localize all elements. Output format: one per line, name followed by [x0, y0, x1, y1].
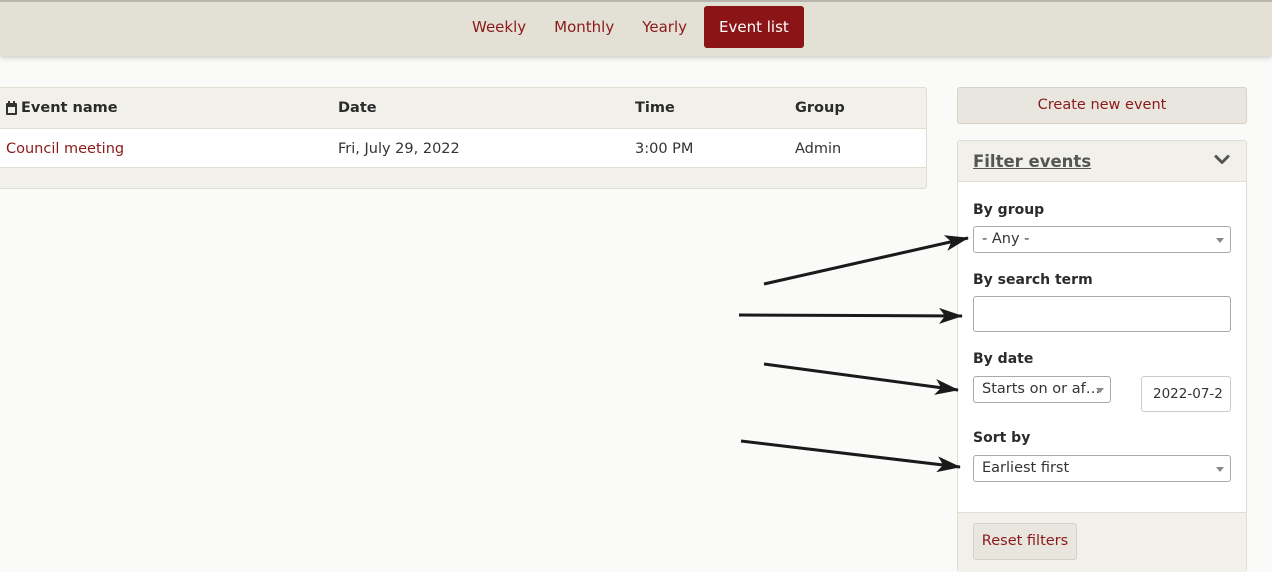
- column-header-time[interactable]: Time: [635, 100, 675, 116]
- event-time: 3:00 PM: [635, 141, 694, 157]
- group-select-value: - Any -: [982, 231, 1030, 247]
- by-search-term-label: By search term: [973, 272, 1093, 288]
- table-header: Event name Date Time Group: [0, 88, 926, 128]
- filter-panel-footer: Reset filters: [958, 512, 1246, 572]
- select-caret-icon: [1216, 238, 1224, 243]
- filter-events-panel: Filter events By group - Any - By search…: [957, 140, 1247, 572]
- by-group-label: By group: [973, 202, 1045, 218]
- filter-panel-header: Filter events: [958, 141, 1246, 182]
- date-mode-select[interactable]: Starts on or af…: [973, 376, 1111, 403]
- annotation-arrow-group-select: [763, 235, 969, 286]
- annotation-arrow-search-term: [738, 307, 963, 324]
- reset-filters-button[interactable]: Reset filters: [973, 523, 1077, 560]
- calendar-icon: [6, 101, 17, 115]
- annotation-arrow-date-mode: [763, 362, 959, 395]
- event-name-link[interactable]: Council meeting: [6, 141, 124, 157]
- chevron-down-icon[interactable]: [1214, 152, 1230, 168]
- select-caret-icon: [1096, 388, 1104, 393]
- table-row: Council meeting Fri, July 29, 2022 3:00 …: [0, 128, 926, 168]
- view-tabs: Weekly Monthly Yearly Event list: [458, 6, 804, 48]
- tab-yearly[interactable]: Yearly: [628, 6, 701, 48]
- create-new-event-button[interactable]: Create new event: [957, 87, 1247, 124]
- event-group: Admin: [795, 141, 842, 157]
- search-term-input[interactable]: [973, 296, 1231, 332]
- sort-by-value: Earliest first: [982, 460, 1070, 476]
- tab-weekly[interactable]: Weekly: [458, 6, 540, 48]
- tab-monthly[interactable]: Monthly: [540, 6, 628, 48]
- column-header-date[interactable]: Date: [338, 100, 377, 116]
- by-date-label: By date: [973, 351, 1034, 367]
- column-header-group[interactable]: Group: [795, 100, 845, 116]
- top-navigation-bar: Weekly Monthly Yearly Event list: [0, 0, 1272, 56]
- column-header-event-name[interactable]: Event name: [21, 100, 118, 116]
- filter-events-toggle[interactable]: Filter events: [973, 152, 1091, 171]
- group-select[interactable]: - Any -: [973, 226, 1231, 253]
- tab-event-list[interactable]: Event list: [704, 6, 804, 48]
- event-date: Fri, July 29, 2022: [338, 141, 460, 157]
- select-caret-icon: [1216, 467, 1224, 472]
- date-mode-value: Starts on or af…: [982, 381, 1101, 397]
- events-table: Event name Date Time Group Council meeti…: [0, 87, 927, 189]
- annotation-arrow-sort-by: [740, 439, 961, 473]
- date-input[interactable]: 2022-07-2: [1141, 376, 1231, 412]
- sort-by-label: Sort by: [973, 430, 1031, 446]
- sort-by-select[interactable]: Earliest first: [973, 455, 1231, 482]
